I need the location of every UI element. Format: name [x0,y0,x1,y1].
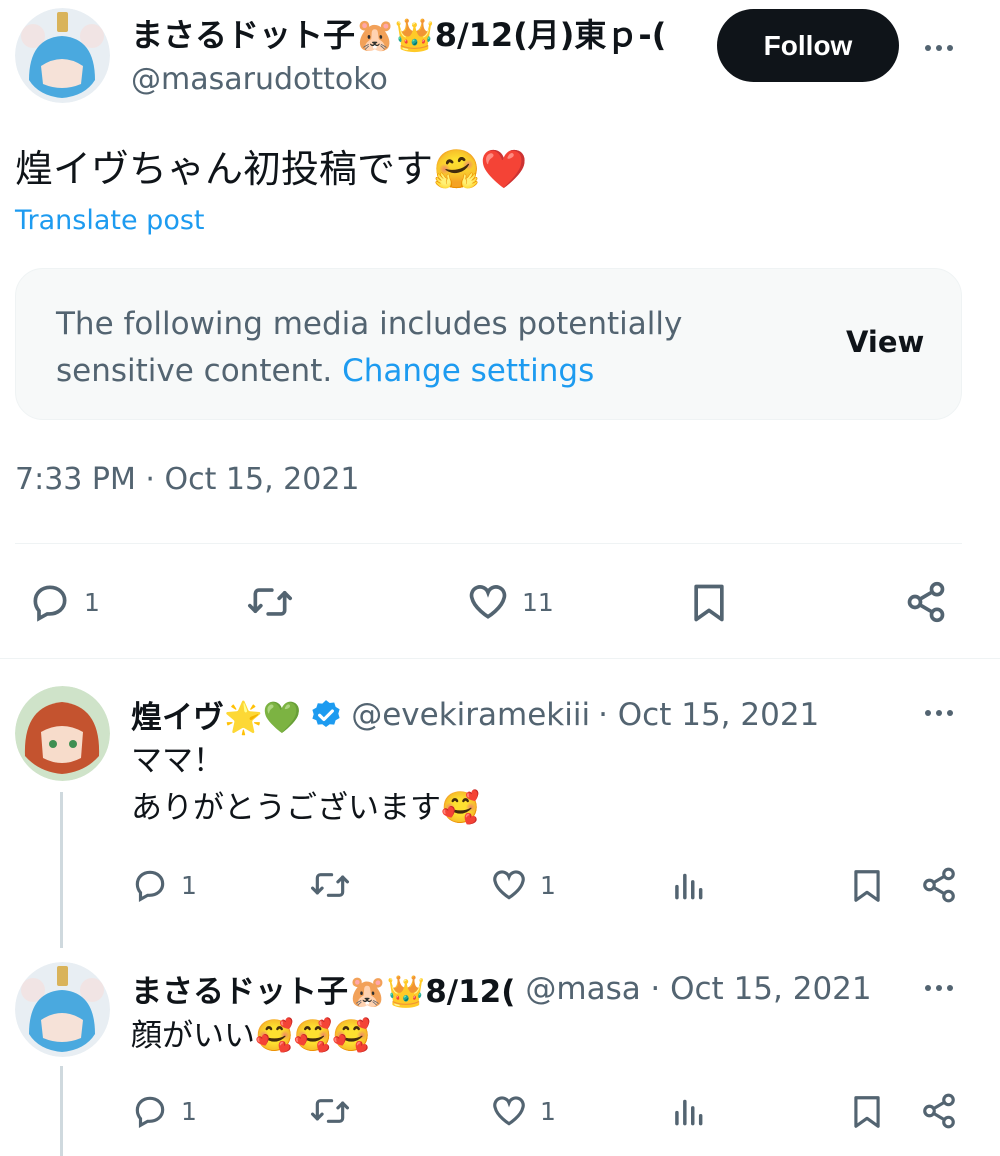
reply-icon [135,870,165,902]
bookmark-button[interactable] [848,866,886,906]
reply-author-name[interactable]: まさるドット子🐹👑8/12( [131,966,515,1011]
repost-icon [247,588,292,616]
like-button[interactable]: 1 [490,1092,556,1130]
divider [0,658,1000,659]
thread-line [60,1066,63,1156]
repost-icon [311,873,349,897]
reply-count: 1 [181,1096,197,1126]
reply-author-handle[interactable]: @evekiramekiii [351,697,590,733]
divider [15,543,962,544]
share-button[interactable] [920,1092,958,1130]
sensitive-notice-text: The following media includes potentially… [56,301,756,395]
reply-author-name[interactable]: 煌イヴ🌟💚 [131,692,301,737]
author-avatar[interactable] [15,8,110,103]
analytics-icon [675,873,703,900]
post-timestamp[interactable]: 7:33 PM · Oct 15, 2021 [15,462,360,497]
reply-button[interactable]: 1 [131,866,197,904]
share-icon [907,581,945,623]
like-button[interactable]: 11 [466,580,554,624]
author-display-name[interactable]: まさるドット子🐹👑8/12(月)東ｐ-( [131,10,701,56]
verified-badge-icon [309,698,343,732]
heart-icon [493,1096,525,1126]
repost-button[interactable] [245,580,295,624]
reply-icon [135,1096,165,1128]
repost-icon [311,1099,349,1123]
reply-date[interactable]: · Oct 15, 2021 [650,971,871,1007]
sensitive-media-notice: The following media includes potentially… [15,268,962,420]
thread-line [60,792,63,948]
more-options-icon[interactable] [925,985,953,991]
heart-icon [469,585,507,619]
bookmark-icon [854,870,880,902]
share-icon [923,1093,955,1129]
change-settings-link[interactable]: Change settings [342,353,594,389]
reply-text-line: ママ！ [131,743,224,779]
repost-button[interactable] [308,866,352,904]
like-count: 11 [522,587,554,617]
bookmark-button[interactable] [687,580,731,626]
more-options-icon[interactable] [925,710,953,716]
reply-avatar[interactable] [15,962,110,1057]
reply-text-line: 顔がいい🥰🥰🥰 [131,1018,371,1054]
follow-button[interactable]: Follow [717,9,899,82]
reply-header: 煌イヴ🌟💚 @evekiramekiii · Oct 15, 2021 [131,692,819,737]
reply-text-line: ありがとうございます🥰 [131,790,480,826]
like-count: 1 [540,870,556,900]
like-button[interactable]: 1 [490,866,556,904]
reply-author-handle[interactable]: @masa [525,971,640,1007]
post-text: 煌イヴちゃん初投稿です🤗❤️ [15,147,528,191]
reply-date[interactable]: · Oct 15, 2021 [598,697,819,733]
views-button[interactable] [669,1092,707,1130]
author-handle[interactable]: @masarudottoko [131,62,388,97]
bookmark-icon [854,1096,880,1128]
bookmark-icon [694,584,724,622]
reply-button[interactable]: 1 [28,580,100,624]
heart-icon [493,870,525,900]
share-icon [923,867,955,903]
repost-button[interactable] [308,1092,352,1130]
share-button[interactable] [904,580,948,624]
reply-header: まさるドット子🐹👑8/12( @masa · Oct 15, 2021 [131,966,872,1011]
reply-button[interactable]: 1 [131,1092,197,1130]
reply-count: 1 [84,587,100,617]
analytics-icon [675,1099,703,1126]
reply-avatar[interactable] [15,686,110,781]
share-button[interactable] [920,866,958,904]
more-options-icon[interactable] [925,45,953,51]
translate-post-link[interactable]: Translate post [15,205,205,236]
views-button[interactable] [669,866,707,904]
bookmark-button[interactable] [848,1092,886,1132]
like-count: 1 [540,1096,556,1126]
reply-count: 1 [181,870,197,900]
view-media-button[interactable]: View [846,325,924,359]
reply-icon [33,585,67,622]
